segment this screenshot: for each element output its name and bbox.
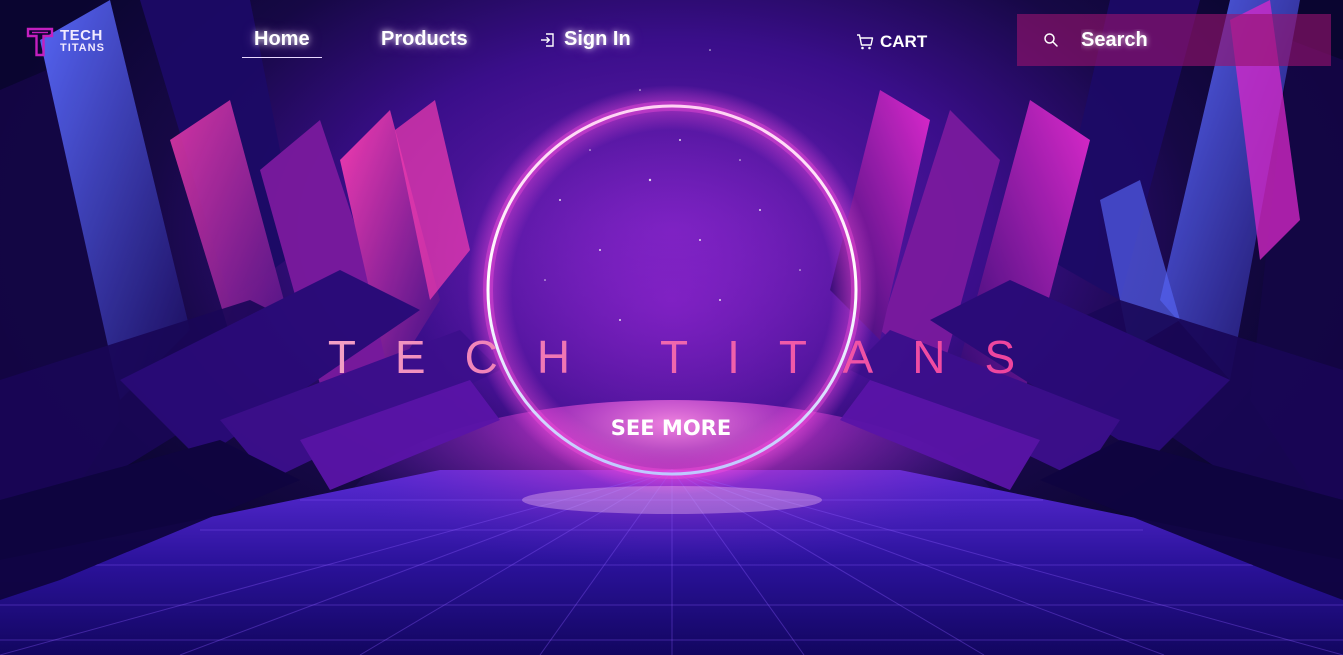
landing-page: TECH TITANS Home Products Sign In CART S… <box>0 0 1343 655</box>
search-bar[interactable] <box>1017 14 1331 66</box>
brand-line2: TITANS <box>60 42 105 54</box>
active-nav-underline <box>242 57 322 58</box>
search-input[interactable] <box>1079 27 1303 53</box>
brand-logo[interactable]: TECH TITANS <box>26 26 116 58</box>
sign-in-icon <box>541 32 554 47</box>
brand-line1: TECH <box>60 27 103 44</box>
brand-wordmark: TECH TITANS <box>60 27 105 55</box>
cart-link[interactable]: CART <box>856 32 927 52</box>
see-more-button[interactable]: SEE MORE <box>571 410 771 446</box>
cart-label: CART <box>880 32 928 51</box>
logo-t-icon <box>26 27 54 57</box>
sign-in-label: Sign In <box>564 28 631 50</box>
nav-home-link[interactable]: Home <box>254 28 310 51</box>
top-navigation: TECH TITANS Home Products Sign In CART <box>0 0 1343 80</box>
hero-background-art <box>0 0 1343 655</box>
hero-title: TECH TITANS <box>0 330 1343 384</box>
cart-icon <box>857 34 874 50</box>
nav-products-link[interactable]: Products <box>381 28 468 51</box>
search-icon[interactable] <box>1043 32 1059 48</box>
nav-sign-in-link[interactable]: Sign In <box>540 28 631 51</box>
